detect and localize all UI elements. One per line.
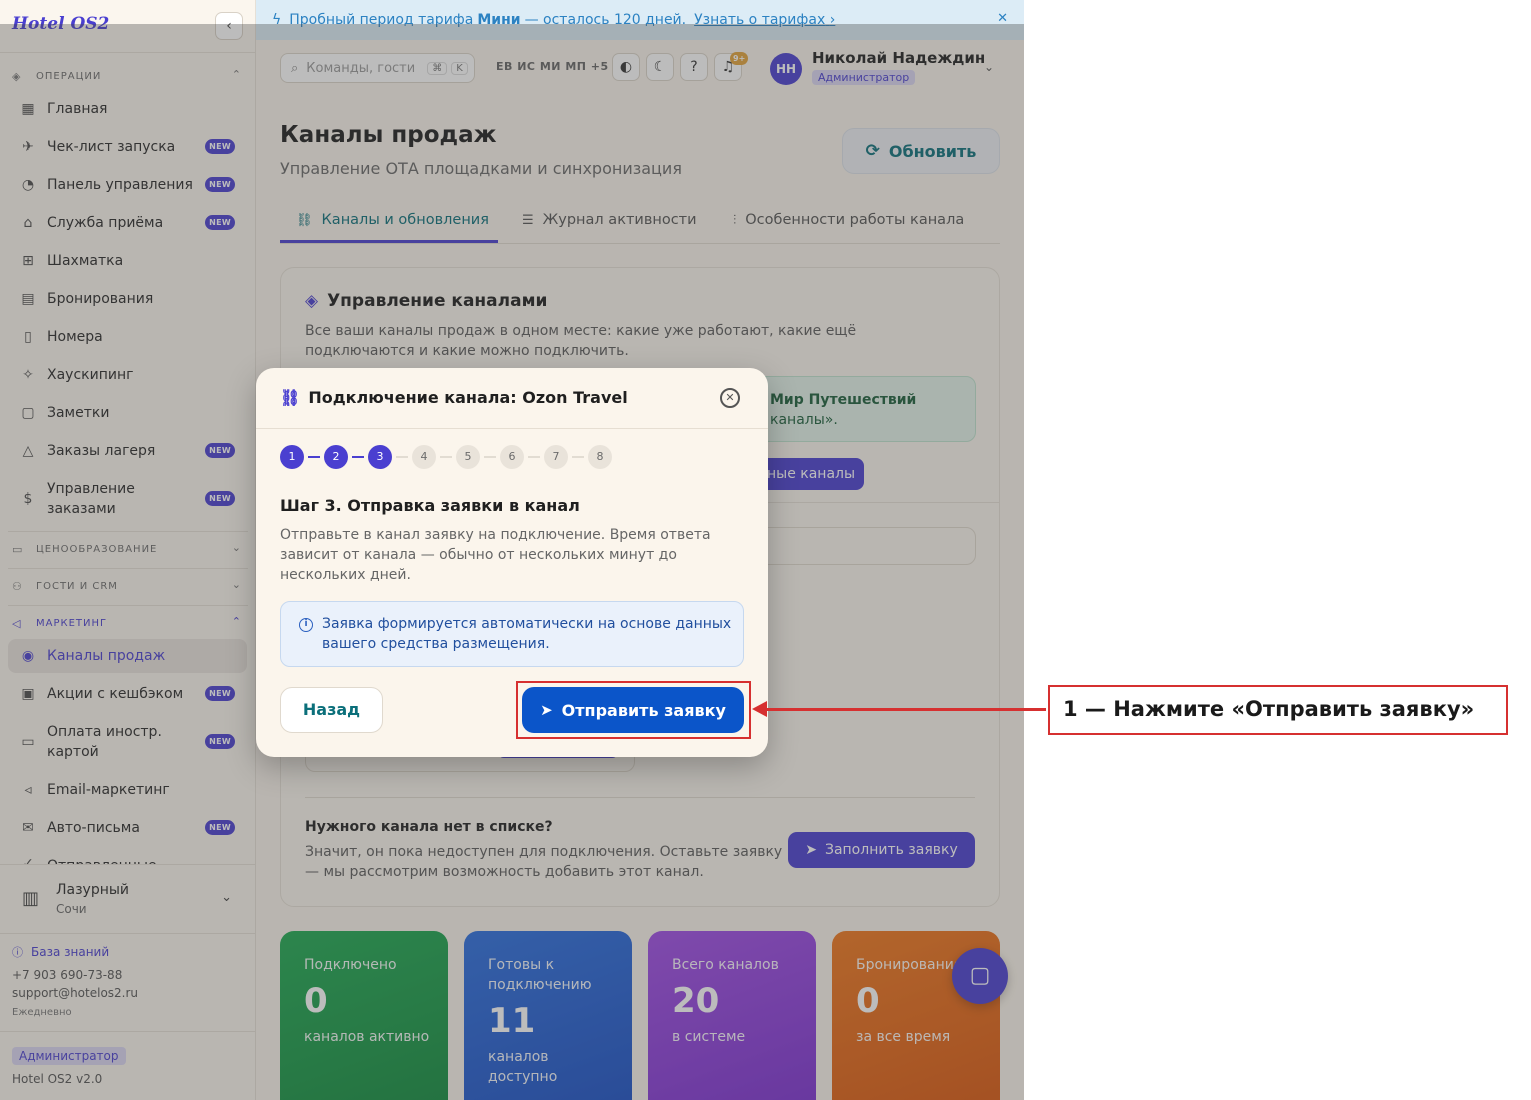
step-7: 7 xyxy=(544,445,568,469)
instruction-callout: 1 — Нажмите «Отправить заявку» xyxy=(1048,685,1508,735)
link-icon: ⛓ xyxy=(280,388,301,407)
info-icon: i xyxy=(299,618,313,632)
step-connector xyxy=(484,456,496,458)
close-icon[interactable]: ✕ xyxy=(720,388,740,408)
info-text: Заявка формируется автоматически на осно… xyxy=(322,616,732,652)
app-window: Hotel OS2 ‹ ◈ ОПЕРАЦИИ ⌃ ▦ Главная ✈ Чек… xyxy=(0,0,1024,1100)
modal-title-label: Подключение канала: Ozon Travel xyxy=(308,388,628,407)
auto-request-info: i Заявка формируется автоматически на ос… xyxy=(280,601,744,667)
step-description: Отправьте в канал заявку на подключение.… xyxy=(280,527,711,583)
arrow-head-icon xyxy=(752,701,767,717)
step-2: 2 xyxy=(324,445,348,469)
modal-title: ⛓ Подключение канала: Ozon Travel xyxy=(280,388,628,407)
step-connector xyxy=(440,456,452,458)
step-5: 5 xyxy=(456,445,480,469)
modal-header: ⛓ Подключение канала: Ozon Travel ✕ xyxy=(256,368,768,429)
step-1: 1 xyxy=(280,445,304,469)
step-3: 3 xyxy=(368,445,392,469)
stepper: 1 2 3 4 5 6 7 8 xyxy=(280,445,620,469)
step-8: 8 xyxy=(588,445,612,469)
step-connector xyxy=(352,456,364,458)
step-connector xyxy=(396,456,408,458)
step-connector xyxy=(572,456,584,458)
back-button[interactable]: Назад xyxy=(280,687,383,733)
step-6: 6 xyxy=(500,445,524,469)
step-connector xyxy=(308,456,320,458)
annotation-arrow xyxy=(766,708,1046,711)
step-heading: Шаг 3. Отправка заявки в канал xyxy=(280,496,580,515)
step-4: 4 xyxy=(412,445,436,469)
highlight-box xyxy=(516,681,751,739)
step-connector xyxy=(528,456,540,458)
